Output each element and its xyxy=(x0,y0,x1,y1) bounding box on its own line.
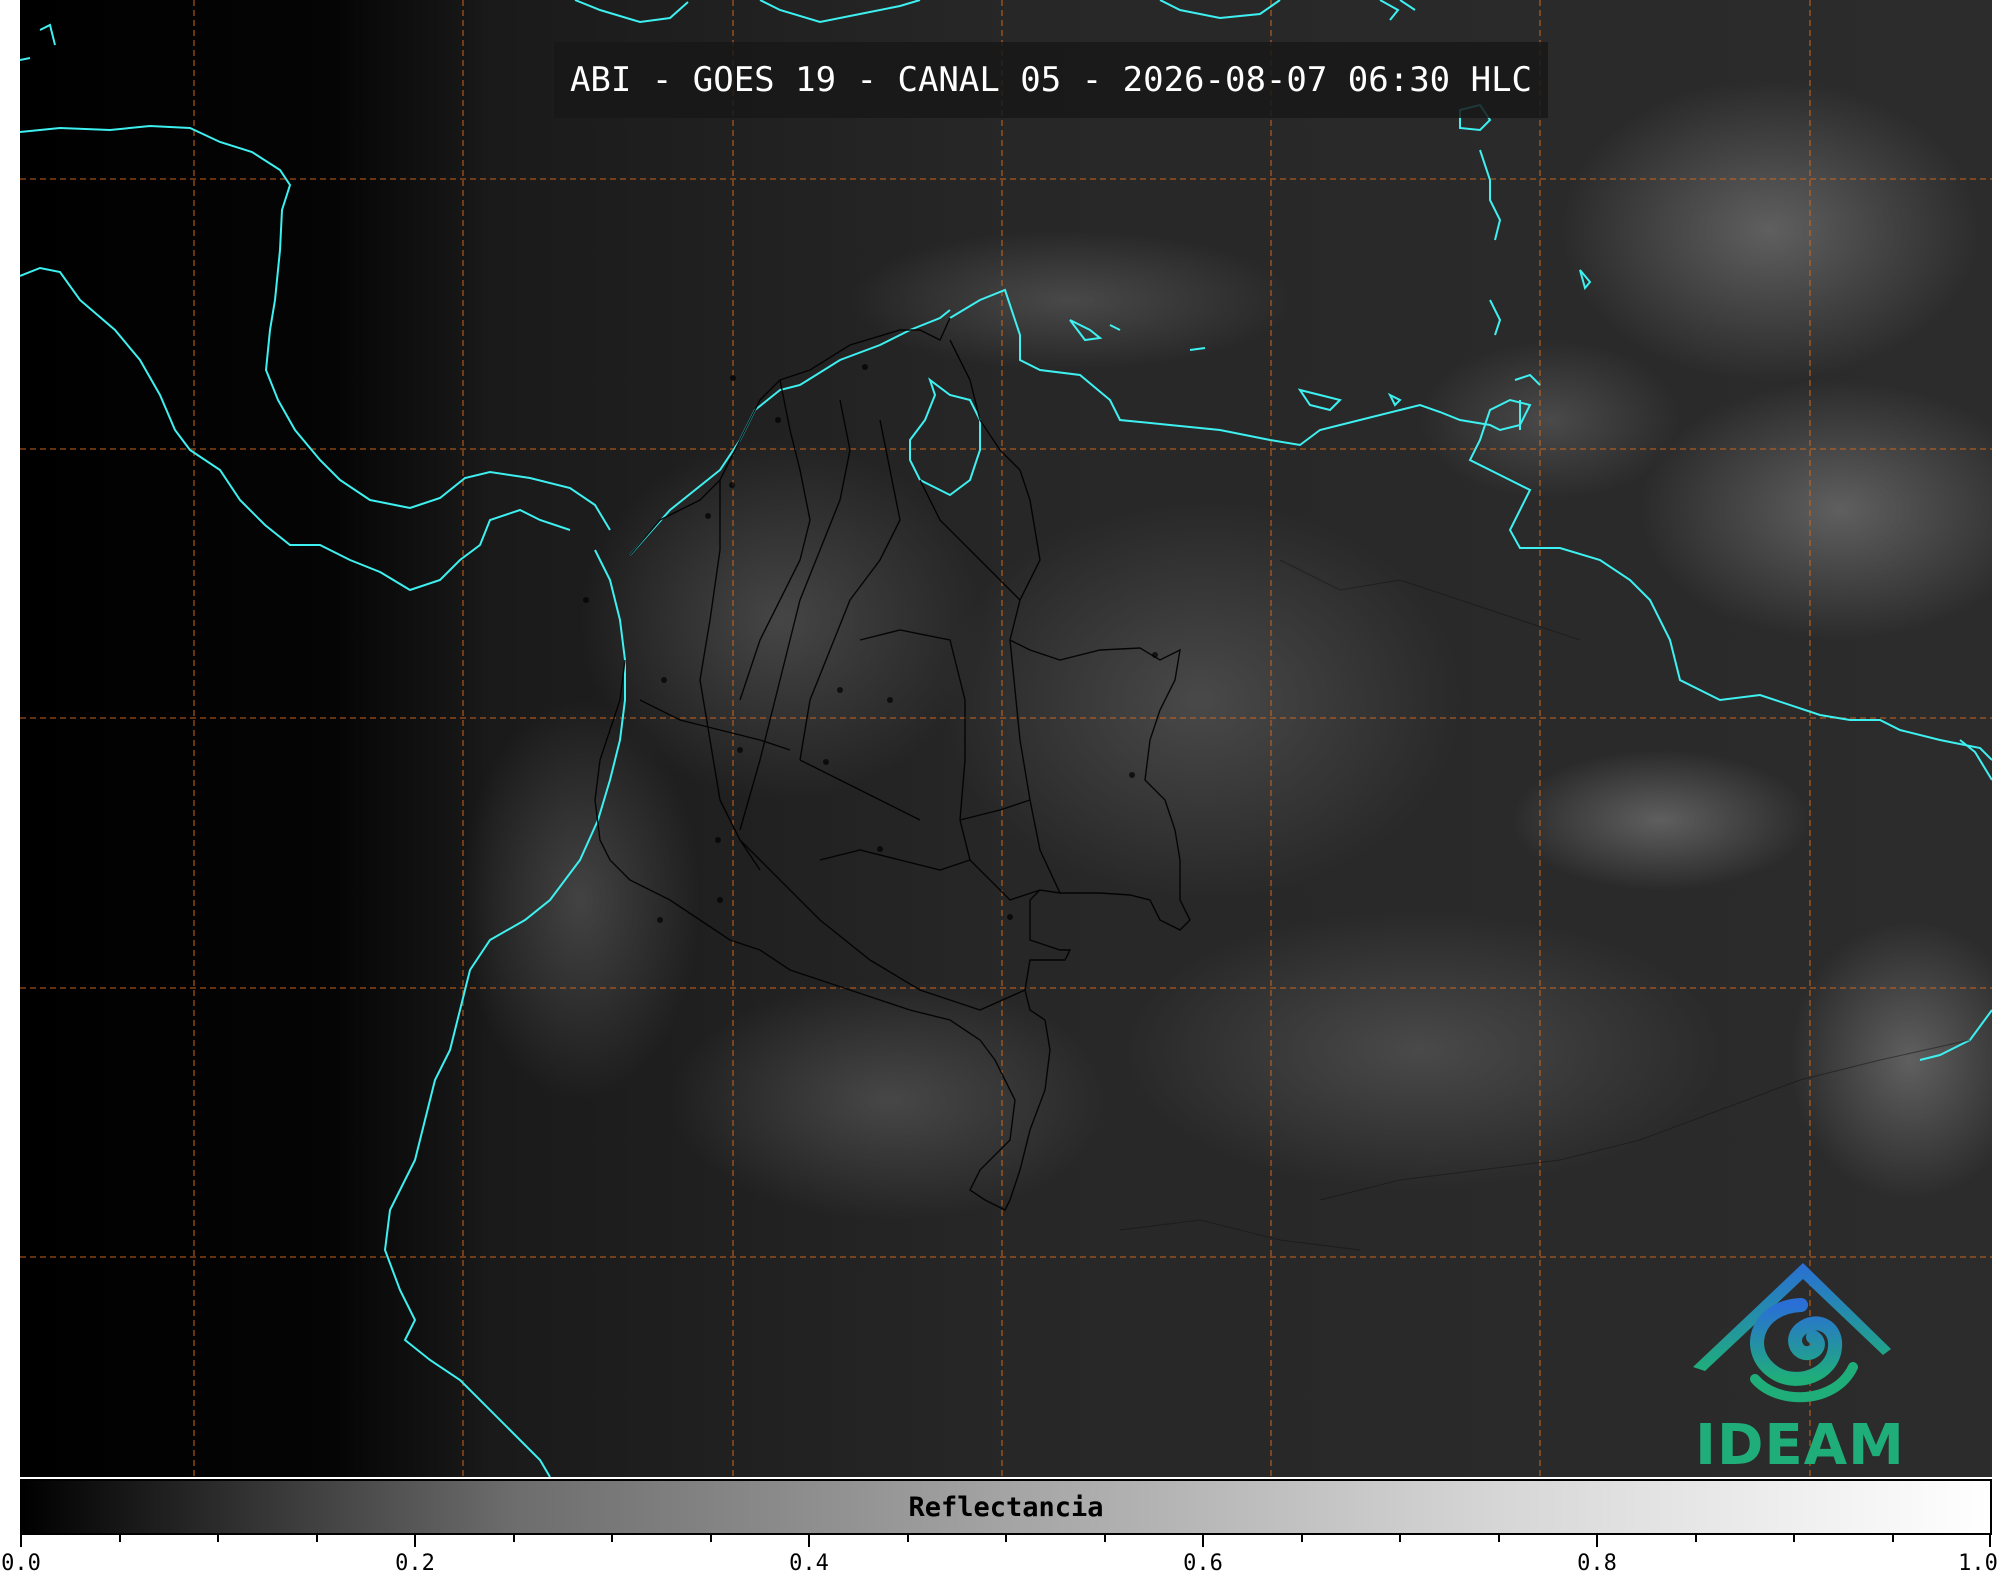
colorbar-tick-label: 0.4 xyxy=(789,1551,829,1576)
colorbar-tick-label: 0.0 xyxy=(1,1551,41,1576)
colorbar-tick-label: 0.6 xyxy=(1183,1551,1223,1576)
image-title: ABI - GOES 19 - CANAL 05 - 2026-08-07 06… xyxy=(554,42,1548,118)
satellite-map: ABI - GOES 19 - CANAL 05 - 2026-08-07 06… xyxy=(20,0,1992,1477)
colorbar-tick-label: 1.0 xyxy=(1958,1551,1998,1576)
logo-graphic xyxy=(1693,1263,1891,1403)
satellite-image-viewer: ABI - GOES 19 - CANAL 05 - 2026-08-07 06… xyxy=(0,0,2011,1577)
logo-text: IDEAM xyxy=(1695,1413,1905,1477)
ideam-logo-icon: IDEAM xyxy=(1685,1255,1915,1477)
colorbar-tick-label: 0.8 xyxy=(1577,1551,1617,1576)
colorbar: Reflectancia xyxy=(20,1479,1992,1535)
colorbar-tick-label: 0.2 xyxy=(395,1551,435,1576)
colorbar-label: Reflectancia xyxy=(908,1492,1104,1523)
